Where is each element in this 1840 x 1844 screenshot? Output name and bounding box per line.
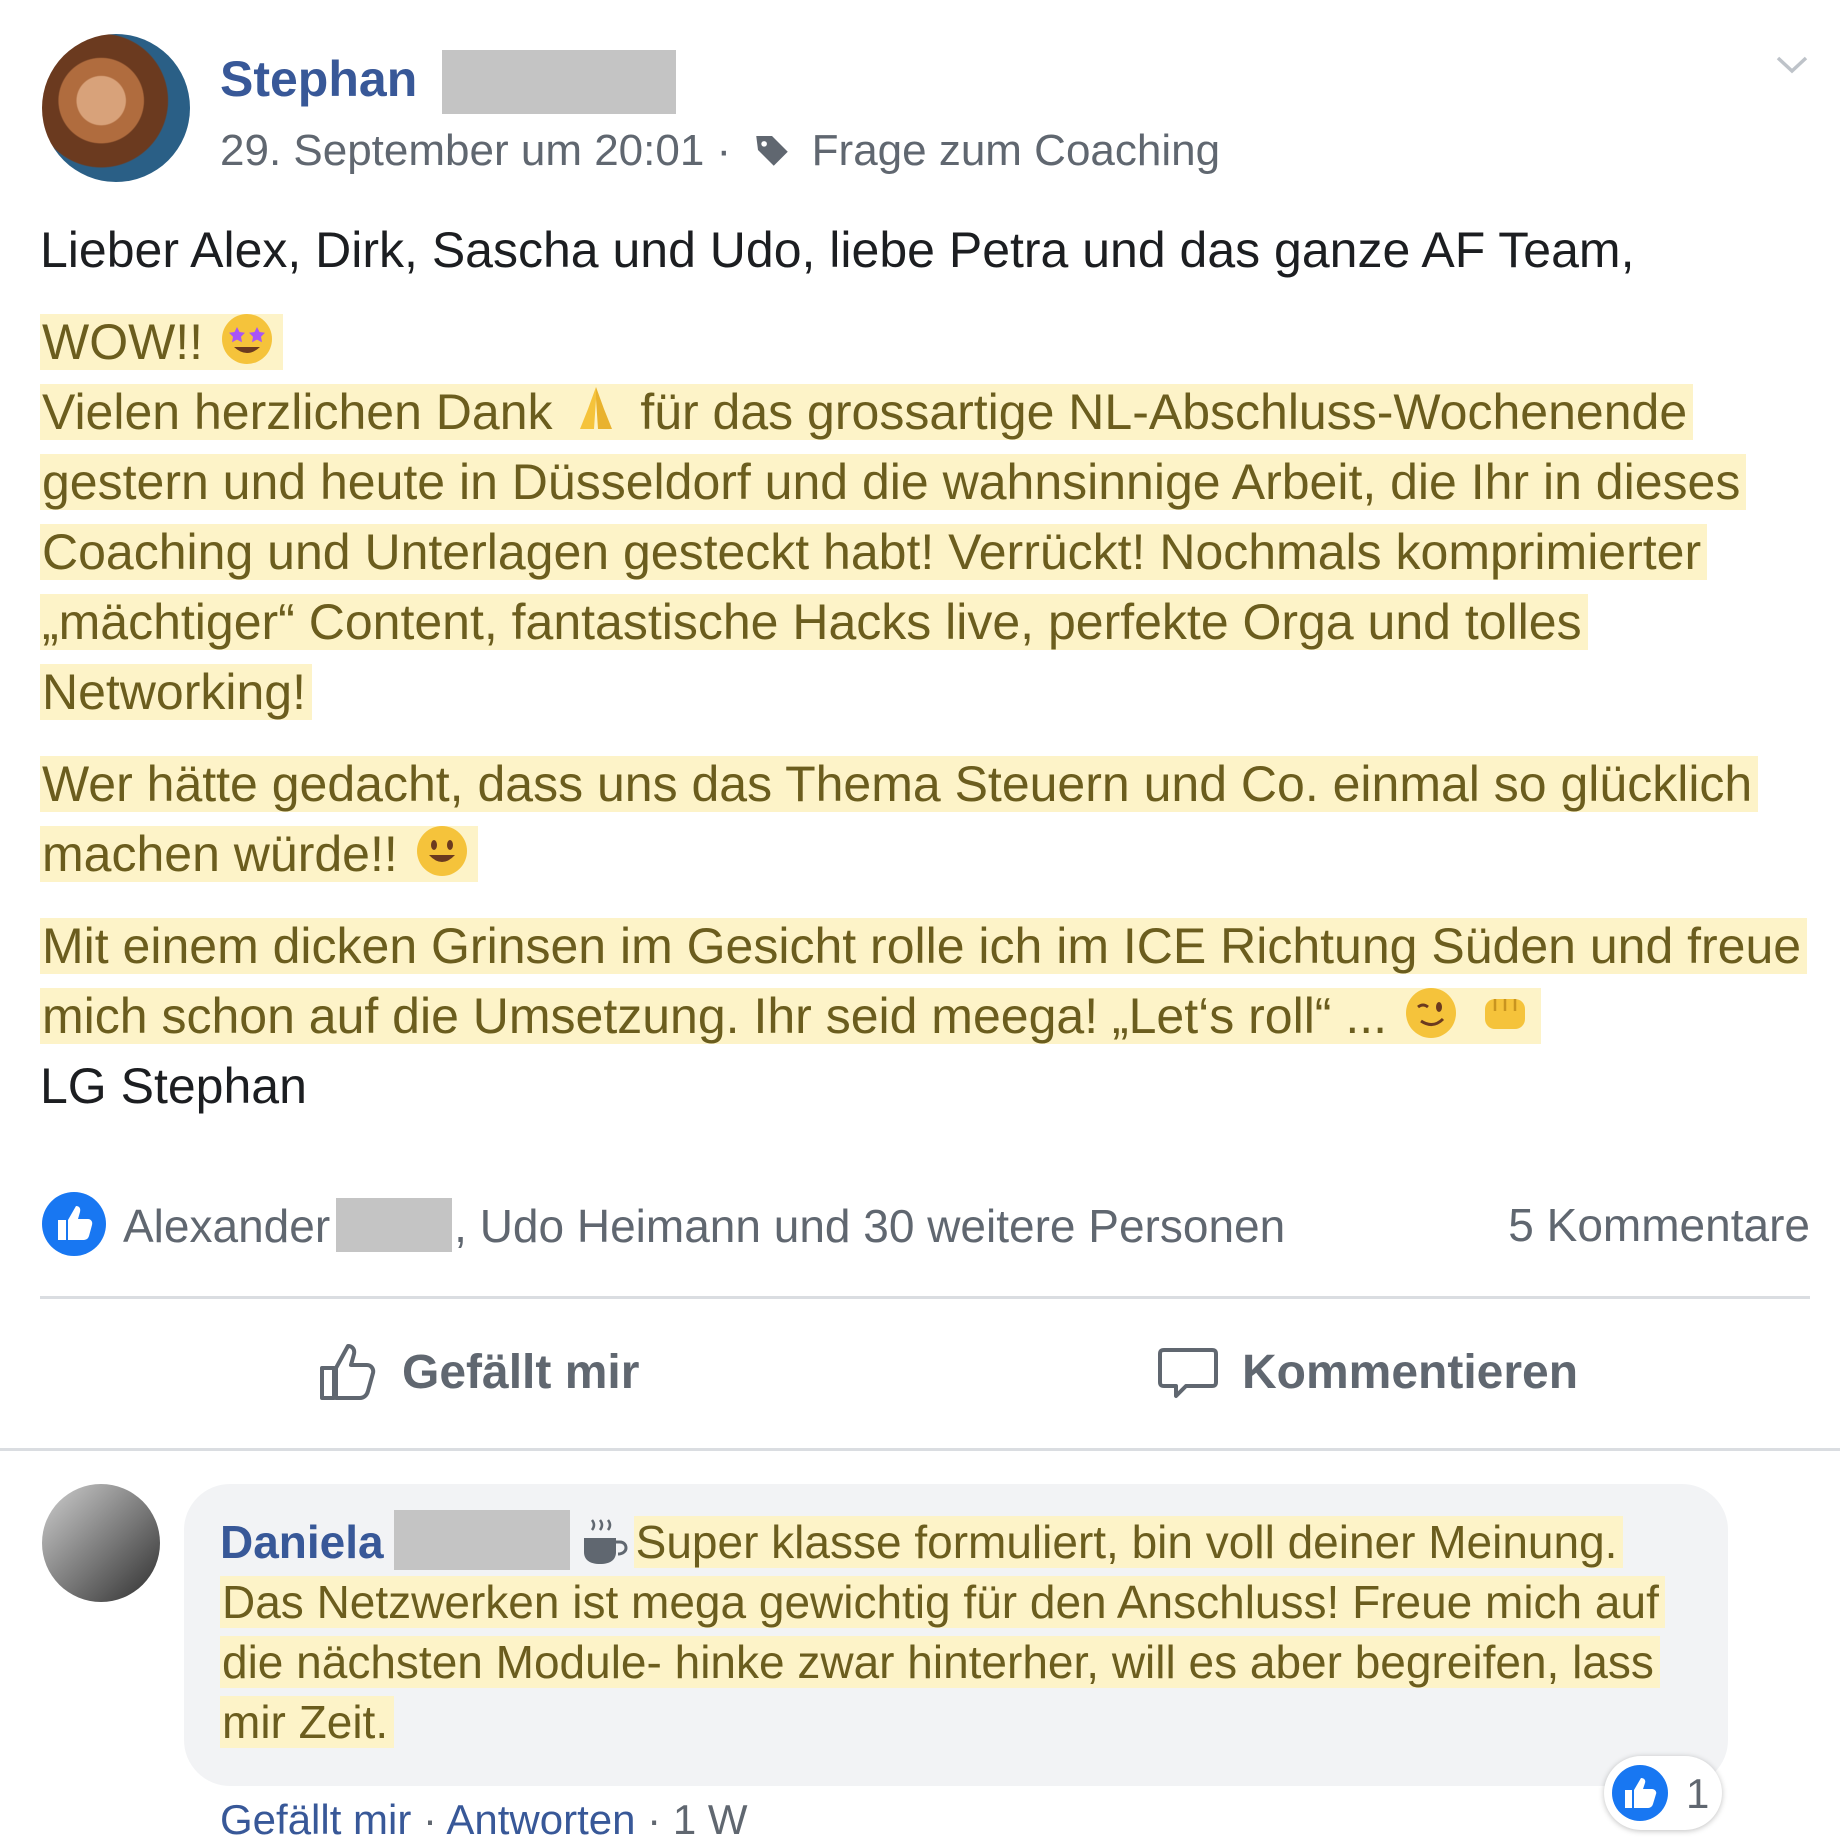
train-paragraph: Mit einem dicken Grinsen im Gesicht roll… [40,918,1808,1044]
taxes-paragraph: Wer hätte gedacht, dass uns das Thema St… [40,756,1759,882]
coffee-icon [578,1516,628,1568]
comment-reply-link[interactable]: Antworten [446,1796,635,1843]
thumbs-up-icon [320,1344,376,1400]
comment-footer: Gefällt mir · Antworten · 1 W [220,1796,748,1844]
reactions-summary: Alexander, Udo Heimann und 30 weitere Pe… [40,1190,1810,1260]
commenter-name[interactable]: Daniela [220,1516,384,1568]
divider [0,1448,1840,1451]
wow-text: WOW!! [40,314,283,370]
post-body: Lieber Alex, Dirk, Sascha und Udo, liebe… [40,215,1820,1121]
author-avatar[interactable] [42,34,190,182]
greeting-line: Lieber Alex, Dirk, Sascha und Udo, liebe… [40,222,1635,278]
action-bar: Gefällt mir Kommentieren [0,1330,1840,1420]
comment-like-count: 1 [1686,1770,1710,1817]
footer-separator: · [647,1796,662,1843]
tag-icon [751,129,793,171]
footer-separator: · [423,1796,438,1843]
signature: LG Stephan [40,1058,307,1114]
comment-like-badge[interactable]: 1 [1604,1756,1722,1830]
comment-text: Daniela Super klasse formuliert, bin voll… [220,1510,1700,1752]
meta-separator: · [716,126,732,175]
comments-count[interactable]: 5 Kommentare [1508,1198,1810,1252]
post-tag[interactable]: Frage zum Coaching [812,126,1220,175]
post-header: Stephan 29. September um 20:01 · Frage z… [42,34,1812,184]
divider [40,1296,1810,1299]
like-reaction-icon[interactable] [40,1190,108,1258]
author-name[interactable]: Stephan [220,50,417,108]
like-button[interactable]: Gefällt mir [316,1340,639,1404]
star-struck-icon [217,309,277,369]
wink-icon [1401,983,1461,1043]
comment-like-link[interactable]: Gefällt mir [220,1796,411,1843]
post-meta: 29. September um 20:01 · Frage zum Coach… [220,126,1220,176]
comment-bubble: Daniela Super klasse formuliert, bin voll… [184,1484,1728,1786]
comment-button[interactable]: Kommentieren [1156,1340,1578,1404]
fist-bump-icon [1475,983,1535,1043]
comment-time[interactable]: 1 W [673,1796,748,1843]
post-timestamp[interactable]: 29. September um 20:01 [220,126,704,175]
smiley-icon [412,821,472,881]
thanks-paragraph: Vielen herzlichen Dank für das grossarti… [40,384,1747,720]
commenter-avatar[interactable] [42,1484,160,1602]
reactors-list[interactable]: Alexander, Udo Heimann und 30 weitere Pe… [123,1198,1285,1253]
like-reaction-icon [1610,1763,1670,1823]
redacted-surname [393,1510,570,1570]
redacted-surname [336,1198,453,1252]
speech-bubble-icon [1158,1348,1218,1398]
redacted-surname [442,50,676,114]
chevron-down-icon[interactable] [1772,44,1812,84]
praying-hands-icon [566,379,626,439]
